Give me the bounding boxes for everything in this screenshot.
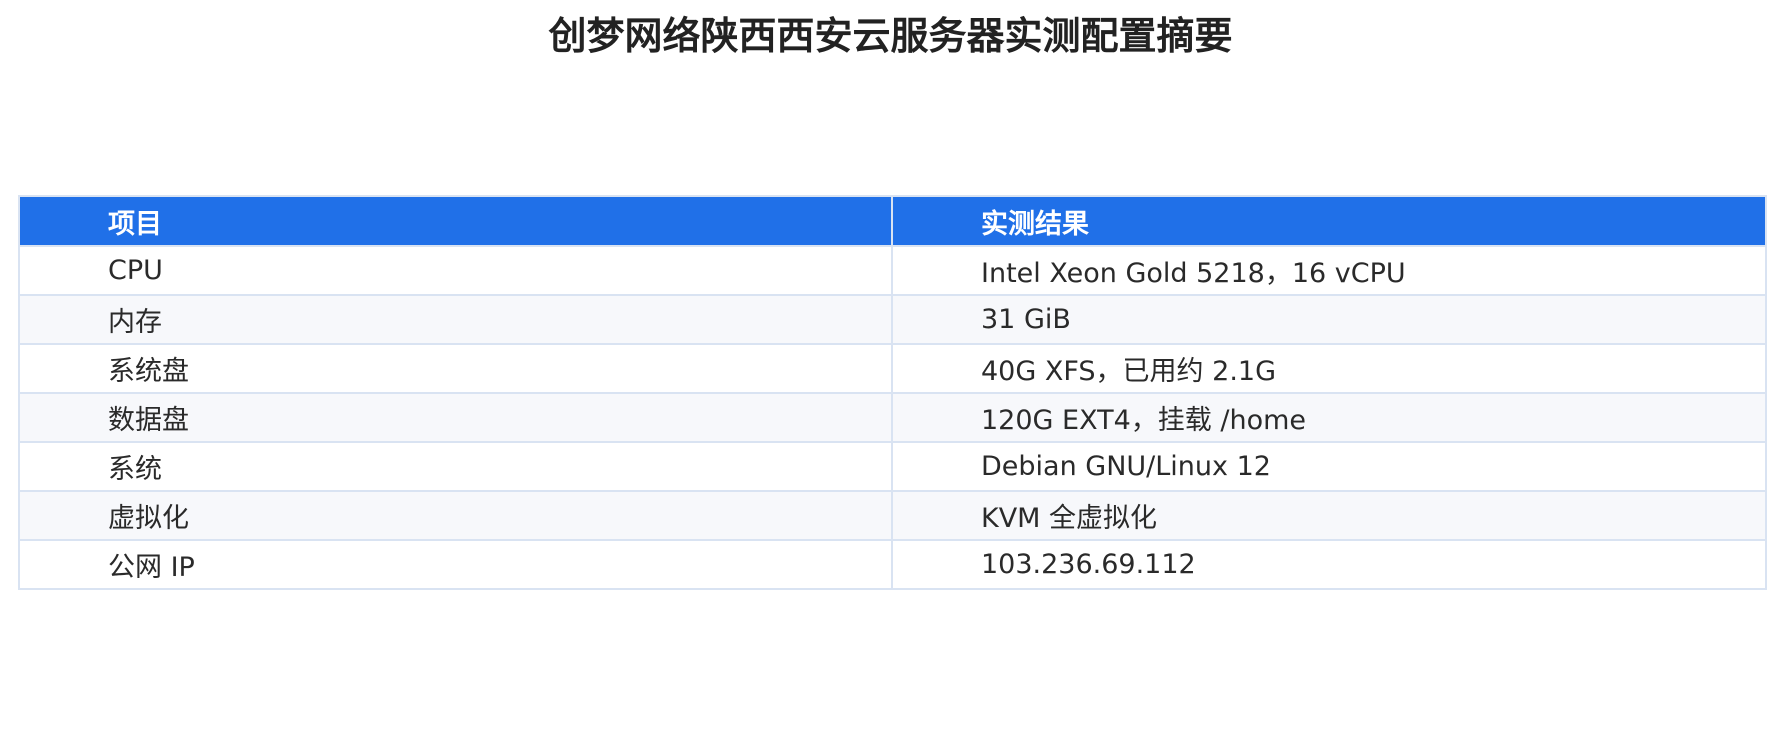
table-row: 虚拟化 KVM 全虚拟化: [19, 490, 1766, 540]
item-cell: 虚拟化: [19, 490, 893, 540]
table-row: 系统 Debian GNU/Linux 12: [19, 441, 1766, 491]
table-header: 项目 实测结果: [19, 196, 1766, 246]
result-cell: Intel Xeon Gold 5218，16 vCPU: [892, 245, 1766, 295]
item-cell: 内存: [19, 294, 893, 344]
page-title: 创梦网络陕西西安云服务器实测配置摘要: [548, 14, 1233, 58]
column-header-item: 项目: [19, 196, 893, 246]
table-body: CPU Intel Xeon Gold 5218，16 vCPU 内存 31 G…: [19, 245, 1766, 589]
table-row: 系统盘 40G XFS，已用约 2.1G: [19, 343, 1766, 393]
result-cell: Debian GNU/Linux 12: [892, 441, 1766, 491]
table-row: 内存 31 GiB: [19, 294, 1766, 344]
table-row: 公网 IP 103.236.69.112: [19, 539, 1766, 589]
result-cell: 120G EXT4，挂载 /home: [892, 392, 1766, 442]
result-cell: 40G XFS，已用约 2.1G: [892, 343, 1766, 393]
result-cell: 103.236.69.112: [892, 539, 1766, 589]
table-row: 数据盘 120G EXT4，挂载 /home: [19, 392, 1766, 442]
result-cell: 31 GiB: [892, 294, 1766, 344]
table-row: CPU Intel Xeon Gold 5218，16 vCPU: [19, 245, 1766, 295]
column-header-result: 实测结果: [892, 196, 1766, 246]
item-cell: 公网 IP: [19, 539, 893, 589]
table-header-row: 项目 实测结果: [19, 196, 1766, 246]
spec-table: 项目 实测结果 CPU Intel Xeon Gold 5218，16 vCPU…: [18, 195, 1767, 590]
item-cell: CPU: [19, 245, 893, 295]
item-cell: 系统盘: [19, 343, 893, 393]
item-cell: 数据盘: [19, 392, 893, 442]
item-cell: 系统: [19, 441, 893, 491]
result-cell: KVM 全虚拟化: [892, 490, 1766, 540]
